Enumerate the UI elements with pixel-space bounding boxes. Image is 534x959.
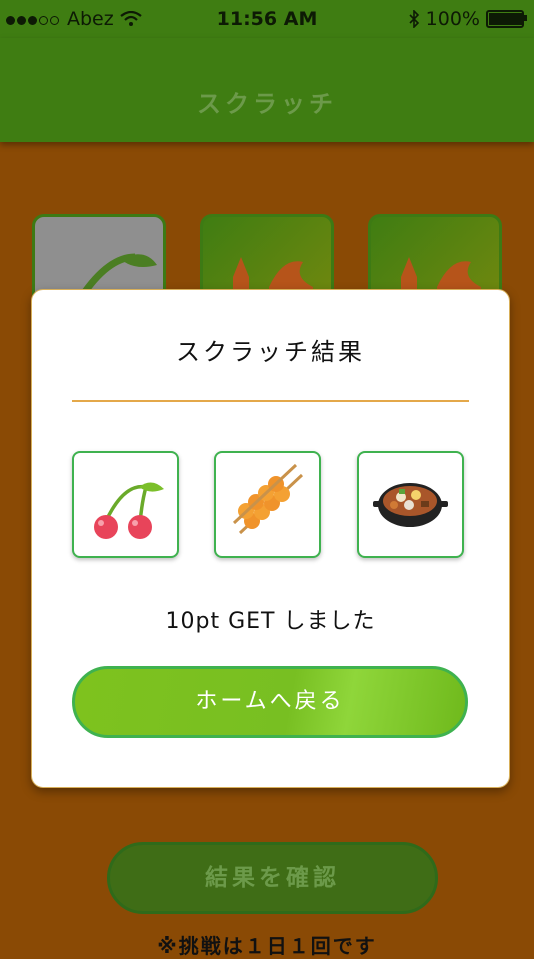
page-title: スクラッチ [197, 90, 337, 118]
home-button[interactable]: ホームへ戻る [72, 666, 468, 738]
daily-limit-note: ※挑戦は１日１回です [157, 934, 377, 958]
cherry-icon [94, 482, 164, 539]
dango-icon [232, 463, 304, 535]
dialog-title: スクラッチ結果 [176, 338, 365, 366]
result-card-3 [357, 451, 464, 558]
divider [72, 400, 469, 402]
status-right: 100% [408, 8, 527, 30]
result-card-1 [72, 451, 179, 558]
status-bar: Abez 11:56 AM 100% [0, 0, 534, 38]
battery-percent: 100% [425, 8, 480, 30]
battery-icon [486, 10, 527, 28]
battery-level [489, 13, 523, 25]
confirm-result-button[interactable]: 結果を確認 [107, 842, 438, 914]
scratch-result-dialog: スクラッチ結果 10pt GET しました ホームへ戻る [31, 289, 510, 788]
points-message: 10pt GET しました [165, 609, 376, 634]
result-card-2 [214, 451, 321, 558]
bluetooth-icon [409, 10, 419, 28]
nabe-stew-icon [373, 483, 448, 527]
app-header: スクラッチ [0, 38, 534, 142]
